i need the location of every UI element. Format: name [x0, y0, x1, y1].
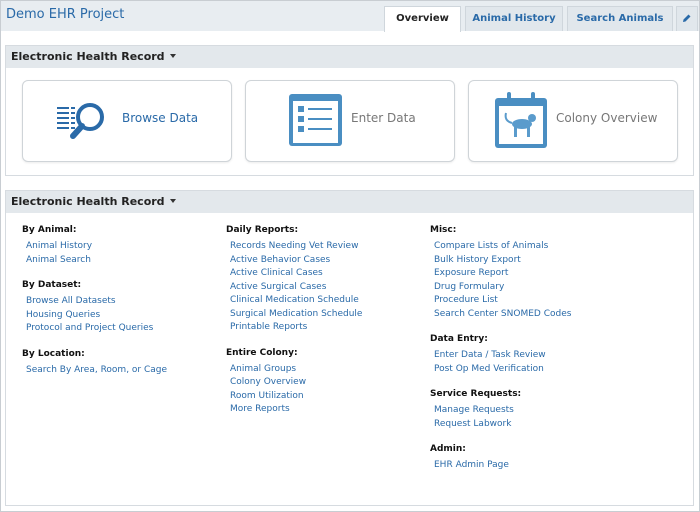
group-daily-reports: Daily Reports: Records Needing Vet Revie… — [226, 225, 362, 335]
group-admin: Admin: EHR Admin Page — [430, 444, 571, 473]
calendar-monkey-icon — [495, 92, 547, 148]
group-data-entry: Data Entry: Enter Data / Task Review Pos… — [430, 334, 571, 376]
link-snomed-codes[interactable]: Search Center SNOMED Codes — [434, 308, 571, 322]
group-title: Admin: — [430, 444, 466, 454]
link-protocol-project-queries[interactable]: Protocol and Project Queries — [26, 322, 167, 336]
group-title: By Location: — [22, 348, 85, 359]
links-column-2: Daily Reports: Records Needing Vet Revie… — [226, 225, 362, 430]
link-compare-lists[interactable]: Compare Lists of Animals — [434, 240, 571, 254]
tile-label: Enter Data — [351, 111, 416, 125]
group-title: By Dataset: — [22, 280, 82, 290]
links-column-3: Misc: Compare Lists of Animals Bulk Hist… — [430, 225, 571, 486]
tab-search-animals[interactable]: Search Animals — [567, 6, 673, 31]
link-browse-all-datasets[interactable]: Browse All Datasets — [26, 295, 167, 309]
link-procedure-list[interactable]: Procedure List — [434, 294, 571, 308]
link-post-op-med-verification[interactable]: Post Op Med Verification — [434, 363, 571, 377]
caret-down-icon — [169, 54, 176, 58]
link-animal-history[interactable]: Animal History — [26, 240, 167, 254]
pencil-icon — [683, 14, 691, 22]
project-title[interactable]: Demo EHR Project — [6, 7, 124, 22]
link-clinical-med-schedule[interactable]: Clinical Medication Schedule — [230, 294, 362, 308]
enter-data-tile[interactable]: Enter Data — [245, 80, 455, 162]
group-by-dataset: By Dataset: Browse All Datasets Housing … — [22, 280, 167, 336]
tab-label: Search Animals — [576, 13, 664, 24]
clipboard-list-icon — [289, 94, 342, 146]
panel-header[interactable]: Electronic Health Record — [6, 46, 693, 68]
browse-data-tile[interactable]: Browse Data — [22, 80, 232, 162]
tab-label: Animal History — [472, 13, 556, 24]
tab-animal-history[interactable]: Animal History — [465, 6, 563, 31]
links-column-1: By Animal: Animal History Animal Search … — [22, 225, 167, 390]
group-entire-colony: Entire Colony: Animal Groups Colony Over… — [226, 348, 362, 417]
link-manage-requests[interactable]: Manage Requests — [434, 404, 571, 418]
tab-label: Overview — [396, 13, 449, 24]
link-ehr-admin-page[interactable]: EHR Admin Page — [434, 459, 571, 473]
tile-label: Colony Overview — [556, 111, 658, 125]
group-title: Entire Colony: — [226, 347, 298, 358]
edit-tabs-button[interactable] — [676, 6, 698, 31]
link-records-vet-review[interactable]: Records Needing Vet Review — [230, 240, 362, 254]
browse-magnifier-icon — [57, 103, 104, 139]
link-exposure-report[interactable]: Exposure Report — [434, 267, 571, 281]
link-search-by-location[interactable]: Search By Area, Room, or Cage — [26, 364, 167, 378]
group-misc: Misc: Compare Lists of Animals Bulk Hist… — [430, 225, 571, 321]
link-animal-search[interactable]: Animal Search — [26, 254, 167, 268]
link-animal-groups[interactable]: Animal Groups — [230, 363, 362, 377]
link-surgical-med-schedule[interactable]: Surgical Medication Schedule — [230, 308, 362, 322]
group-title: Daily Reports: — [226, 225, 299, 235]
link-room-utilization[interactable]: Room Utilization — [230, 390, 362, 404]
tab-overview[interactable]: Overview — [384, 6, 461, 32]
link-printable-reports[interactable]: Printable Reports — [230, 321, 362, 335]
link-active-clinical-cases[interactable]: Active Clinical Cases — [230, 267, 362, 281]
group-by-animal: By Animal: Animal History Animal Search — [22, 225, 167, 267]
link-bulk-history-export[interactable]: Bulk History Export — [434, 254, 571, 268]
group-title: Misc: — [430, 225, 457, 235]
tile-label: Browse Data — [122, 111, 199, 125]
link-active-surgical-cases[interactable]: Active Surgical Cases — [230, 281, 362, 295]
group-title: By Animal: — [22, 225, 77, 235]
caret-down-icon — [169, 199, 176, 203]
group-title: Data Entry: — [430, 334, 488, 344]
link-housing-queries[interactable]: Housing Queries — [26, 309, 167, 323]
panel-header[interactable]: Electronic Health Record — [6, 191, 693, 213]
group-by-location: By Location: Search By Area, Room, or Ca… — [22, 349, 167, 378]
link-active-behavior-cases[interactable]: Active Behavior Cases — [230, 254, 362, 268]
link-colony-overview[interactable]: Colony Overview — [230, 376, 362, 390]
link-enter-data-task-review[interactable]: Enter Data / Task Review — [434, 349, 571, 363]
colony-overview-tile[interactable]: Colony Overview — [468, 80, 678, 162]
panel-title: Electronic Health Record — [11, 195, 165, 208]
link-request-labwork[interactable]: Request Labwork — [434, 418, 571, 432]
ehr-links-panel: Electronic Health Record By Animal: Anim… — [5, 190, 694, 506]
panel-title: Electronic Health Record — [11, 50, 165, 63]
group-service-requests: Service Requests: Manage Requests Reques… — [430, 389, 571, 431]
ehr-tiles-panel: Electronic Health Record Browse Data Ent… — [5, 45, 694, 176]
link-more-reports[interactable]: More Reports — [230, 403, 362, 417]
group-title: Service Requests: — [430, 389, 522, 399]
link-drug-formulary[interactable]: Drug Formulary — [434, 281, 571, 295]
